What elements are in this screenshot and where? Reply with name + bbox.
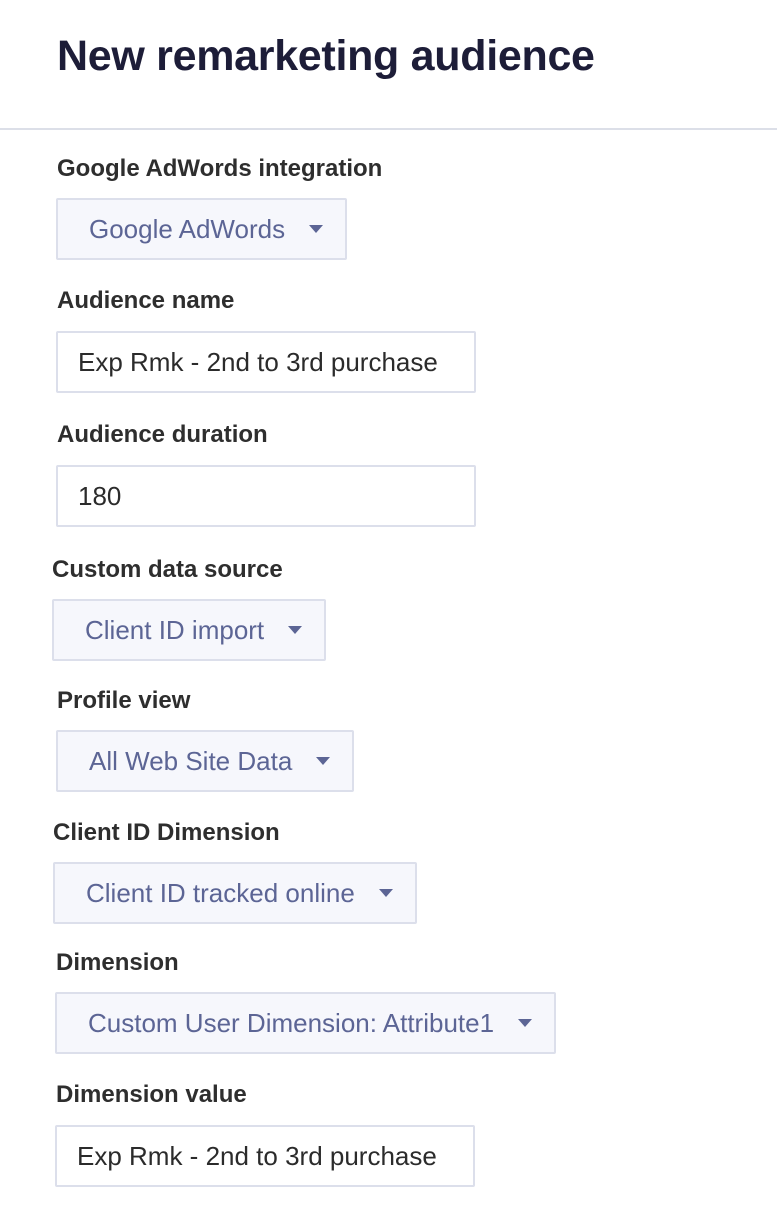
client-id-dimension-label: Client ID Dimension	[53, 819, 280, 846]
profile-view-dropdown-value: All Web Site Data	[89, 745, 293, 776]
data-source-dropdown-value: Client ID import	[85, 614, 265, 645]
client-id-dimension-dropdown[interactable]: Client ID tracked online	[53, 862, 417, 924]
dimension-value-label: Dimension value	[56, 1081, 247, 1108]
integration-label: Google AdWords integration	[57, 155, 383, 182]
audience-name-label: Audience name	[57, 287, 235, 314]
audience-name-input[interactable]	[56, 331, 476, 393]
dimension-dropdown[interactable]: Custom User Dimension: Attribute1	[55, 992, 557, 1054]
data-source-label: Custom data source	[52, 556, 283, 583]
audience-duration-label: Audience duration	[57, 421, 268, 448]
page-header: New remarketing audience	[0, 0, 777, 130]
dimension-dropdown-value: Custom User Dimension: Attribute1	[88, 1007, 495, 1038]
chevron-down-icon	[378, 889, 393, 897]
chevron-down-icon	[518, 1019, 533, 1027]
client-id-dimension-dropdown-value: Client ID tracked online	[86, 877, 355, 908]
profile-view-dropdown[interactable]: All Web Site Data	[56, 730, 355, 792]
dimension-label: Dimension	[56, 949, 179, 976]
chevron-down-icon	[309, 225, 324, 233]
profile-view-label: Profile view	[57, 687, 191, 714]
dimension-value-input[interactable]	[55, 1125, 475, 1187]
integration-dropdown-value: Google AdWords	[89, 213, 286, 244]
audience-duration-input[interactable]	[56, 465, 476, 527]
integration-dropdown[interactable]: Google AdWords	[56, 198, 348, 260]
page-title: New remarketing audience	[57, 32, 595, 80]
chevron-down-icon	[316, 757, 331, 765]
data-source-dropdown[interactable]: Client ID import	[52, 599, 327, 661]
chevron-down-icon	[288, 626, 303, 634]
